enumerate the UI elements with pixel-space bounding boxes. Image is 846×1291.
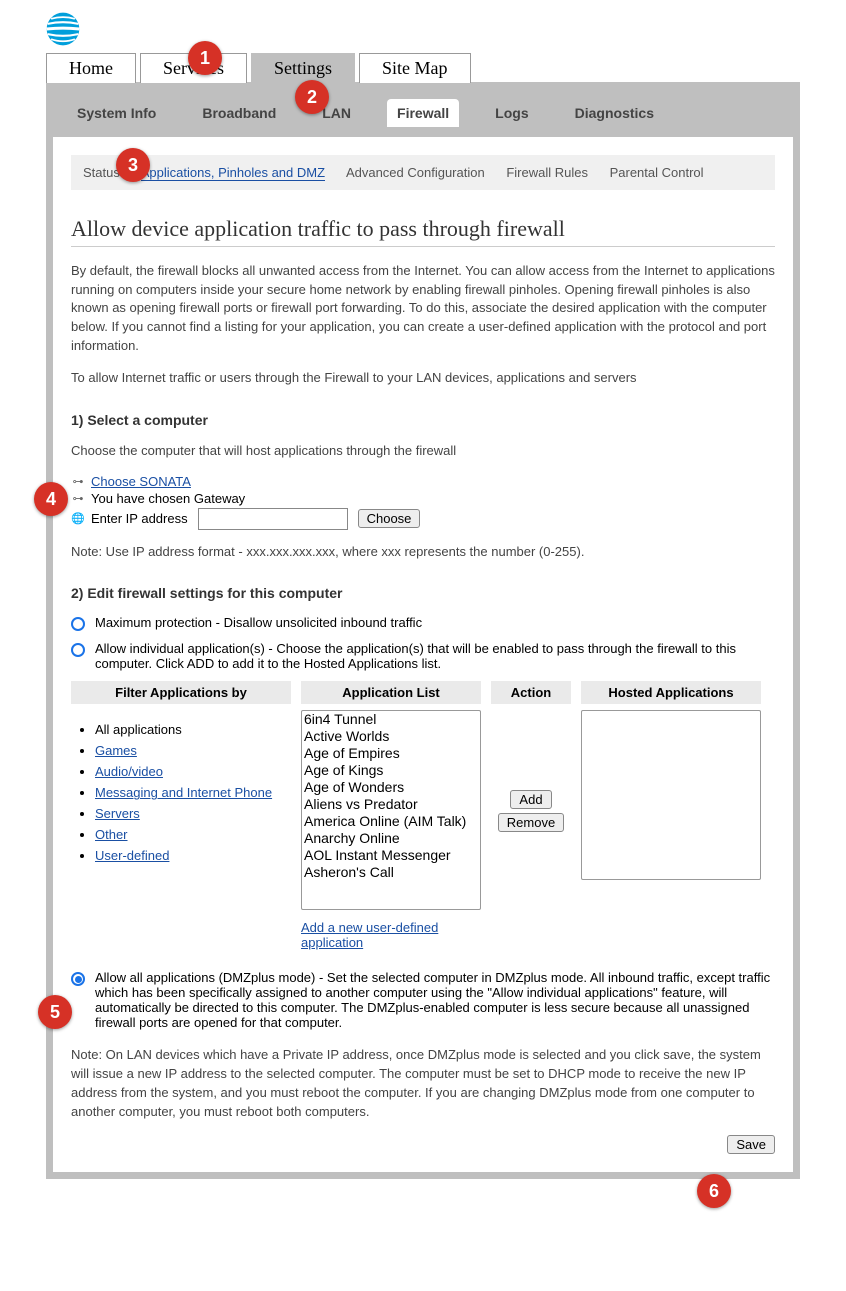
chosen-gateway-text: You have chosen Gateway — [91, 491, 245, 506]
col-applist-header: Application List — [301, 681, 481, 704]
col-action-header: Action — [491, 681, 571, 704]
filter-games[interactable]: Games — [95, 743, 137, 758]
choose-sonata-link[interactable]: Choose SONATA — [91, 474, 191, 489]
list-item[interactable]: Aliens vs Predator — [302, 796, 480, 813]
list-item[interactable]: Age of Empires — [302, 745, 480, 762]
radio-max-label: Maximum protection - Disallow unsolicite… — [95, 615, 422, 630]
list-item[interactable]: Active Worlds — [302, 728, 480, 745]
subtab-system-info[interactable]: System Info — [67, 99, 166, 127]
filter-servers[interactable]: Servers — [95, 806, 140, 821]
tab-site-map[interactable]: Site Map — [359, 53, 471, 83]
list-item[interactable]: Asheron's Call — [302, 864, 480, 881]
add-user-defined-link[interactable]: Add a new user-defined application — [301, 920, 438, 950]
globe-icon: 🌐 — [71, 512, 85, 525]
subtab-logs[interactable]: Logs — [485, 99, 538, 127]
filter-audio-video[interactable]: Audio/video — [95, 764, 163, 779]
intro-paragraph-1: By default, the firewall blocks all unwa… — [71, 262, 775, 356]
tab-settings[interactable]: Settings — [251, 53, 355, 83]
step2-heading: 2) Edit firewall settings for this compu… — [71, 585, 775, 601]
step-marker-5: 5 — [38, 995, 72, 1029]
filter-other[interactable]: Other — [95, 827, 128, 842]
intro-paragraph-2: To allow Internet traffic or users throu… — [71, 369, 775, 388]
ip-format-note: Note: Use IP address format - xxx.xxx.xx… — [71, 543, 775, 562]
ip-address-input[interactable] — [198, 508, 348, 530]
filter-list: All applications Games Audio/video Messa… — [71, 722, 291, 863]
subtab-broadband[interactable]: Broadband — [192, 99, 286, 127]
settings-frame: System Info Broadband LAN Firewall Logs … — [46, 82, 800, 1179]
radio-dmzplus[interactable] — [71, 972, 85, 986]
step1-heading: 1) Select a computer — [71, 412, 775, 428]
att-logo — [46, 12, 846, 49]
radio-allow-individual-label: Allow individual application(s) - Choose… — [95, 641, 775, 671]
add-button[interactable]: Add — [510, 790, 551, 809]
tnav-advanced[interactable]: Advanced Configuration — [346, 165, 485, 180]
save-button[interactable]: Save — [727, 1135, 775, 1154]
list-item[interactable]: Age of Kings — [302, 762, 480, 779]
subtab-firewall[interactable]: Firewall — [387, 99, 459, 127]
list-item[interactable]: Age of Wonders — [302, 779, 480, 796]
sub-tab-bar: System Info Broadband LAN Firewall Logs … — [53, 89, 793, 137]
step1-desc: Choose the computer that will host appli… — [71, 442, 775, 461]
step-marker-3: 3 — [116, 148, 150, 182]
tnav-firewall-rules[interactable]: Firewall Rules — [506, 165, 588, 180]
page-body: Status Applications, Pinholes and DMZ Ad… — [53, 137, 793, 1172]
tnav-status[interactable]: Status — [83, 165, 120, 180]
tnav-apps-pinholes-dmz[interactable]: Applications, Pinholes and DMZ — [141, 165, 325, 181]
col-filter-header: Filter Applications by — [71, 681, 291, 704]
radio-allow-individual[interactable] — [71, 643, 85, 657]
step-marker-6: 6 — [697, 1174, 731, 1208]
network-icon: ⊶ — [71, 492, 85, 505]
tab-home[interactable]: Home — [46, 53, 136, 83]
radio-max-protection[interactable] — [71, 617, 85, 631]
filter-messaging[interactable]: Messaging and Internet Phone — [95, 785, 272, 800]
step-marker-1: 1 — [188, 41, 222, 75]
application-list[interactable]: 6in4 Tunnel Active Worlds Age of Empires… — [301, 710, 481, 910]
list-item[interactable]: AOL Instant Messenger — [302, 847, 480, 864]
dmz-note: Note: On LAN devices which have a Privat… — [71, 1046, 775, 1121]
filter-user-defined[interactable]: User-defined — [95, 848, 169, 863]
tertiary-nav: Status Applications, Pinholes and DMZ Ad… — [71, 155, 775, 190]
tnav-parental[interactable]: Parental Control — [610, 165, 704, 180]
remove-button[interactable]: Remove — [498, 813, 564, 832]
step-marker-2: 2 — [295, 80, 329, 114]
network-icon: ⊶ — [71, 475, 85, 488]
list-item[interactable]: Anarchy Online — [302, 830, 480, 847]
radio-dmzplus-label: Allow all applications (DMZplus mode) - … — [95, 970, 775, 1030]
filter-all[interactable]: All applications — [95, 722, 291, 737]
page-title: Allow device application traffic to pass… — [71, 216, 775, 247]
list-item[interactable]: 6in4 Tunnel — [302, 711, 480, 728]
choose-ip-button[interactable]: Choose — [358, 509, 421, 528]
enter-ip-label: Enter IP address — [91, 511, 188, 526]
main-tab-bar: Home Services Settings Site Map — [46, 53, 846, 83]
hosted-applications-list[interactable] — [581, 710, 761, 880]
col-hosted-header: Hosted Applications — [581, 681, 761, 704]
list-item[interactable]: America Online (AIM Talk) — [302, 813, 480, 830]
subtab-diagnostics[interactable]: Diagnostics — [565, 99, 664, 127]
step-marker-4: 4 — [34, 482, 68, 516]
